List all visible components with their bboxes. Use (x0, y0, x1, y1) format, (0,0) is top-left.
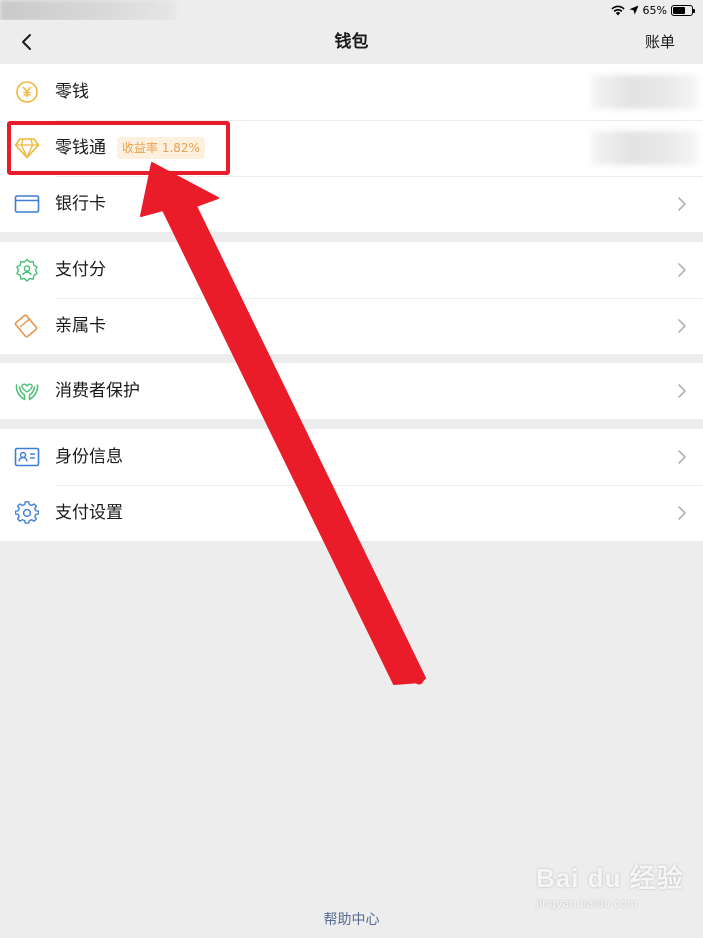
list-item-label: 银行卡 (55, 194, 106, 214)
bill-button[interactable]: 账单 (645, 20, 675, 64)
watermark-logo: Bai du 经验 (536, 863, 684, 893)
yield-rate-badge: 收益率 1.82% (117, 137, 205, 159)
list-item-label: 支付设置 (55, 503, 123, 523)
list-item-label: 支付分 (55, 260, 106, 280)
id-card-icon (14, 445, 40, 469)
wallet-group-balance: 零钱 零钱通 收益率 1.82% 银行卡 (0, 64, 703, 232)
list-item-label: 零钱 (55, 82, 89, 102)
list-item-label: 零钱通 (55, 138, 106, 158)
location-arrow-icon (629, 5, 639, 15)
status-bar: 65% (0, 0, 703, 22)
diamond-icon (14, 136, 40, 160)
gear-icon (14, 501, 40, 525)
wallet-group-protection: 消费者保护 (0, 363, 703, 419)
list-item-family-card[interactable]: 亲属卡 (0, 298, 703, 354)
battery-percent: 65% (642, 3, 667, 17)
list-item-label: 身份信息 (55, 447, 123, 467)
chevron-right-icon (678, 197, 686, 211)
wallet-group-services: 支付分 亲属卡 (0, 242, 703, 354)
wifi-icon (610, 5, 625, 15)
battery-icon (671, 4, 695, 16)
family-card-icon (14, 314, 40, 338)
list-item-payment-settings[interactable]: 支付设置 (0, 485, 703, 541)
back-button[interactable] (12, 28, 40, 56)
chevron-right-icon (678, 263, 686, 277)
pay-score-icon (14, 258, 40, 282)
list-item-bank-card[interactable]: 银行卡 (0, 176, 703, 232)
blurred-status-left (0, 0, 176, 22)
list-item-change-pass[interactable]: 零钱通 收益率 1.82% (0, 120, 703, 176)
list-item-label: 消费者保护 (55, 381, 140, 401)
coin-yuan-icon (14, 80, 40, 104)
list-item-pay-score[interactable]: 支付分 (0, 242, 703, 298)
battery-level (673, 6, 685, 14)
chevron-right-icon (678, 384, 686, 398)
page-title: 钱包 (334, 32, 369, 52)
nav-bar: 钱包 账单 (0, 20, 703, 64)
help-center-link[interactable]: 帮助中心 (0, 909, 703, 929)
blurred-balance (592, 131, 697, 165)
list-item-consumer-protection[interactable]: 消费者保护 (0, 363, 703, 419)
bank-card-icon (14, 192, 40, 216)
list-item-change[interactable]: 零钱 (0, 64, 703, 120)
chevron-left-icon (22, 34, 31, 50)
chevron-right-icon (678, 450, 686, 464)
chevron-right-icon (678, 319, 686, 333)
list-item-identity-info[interactable]: 身份信息 (0, 429, 703, 485)
blurred-balance (592, 75, 697, 109)
list-item-label: 亲属卡 (55, 316, 106, 336)
status-indicators: 65% (610, 3, 695, 17)
wallet-group-settings: 身份信息 支付设置 (0, 429, 703, 541)
protection-hands-icon (14, 379, 40, 403)
chevron-right-icon (678, 506, 686, 520)
